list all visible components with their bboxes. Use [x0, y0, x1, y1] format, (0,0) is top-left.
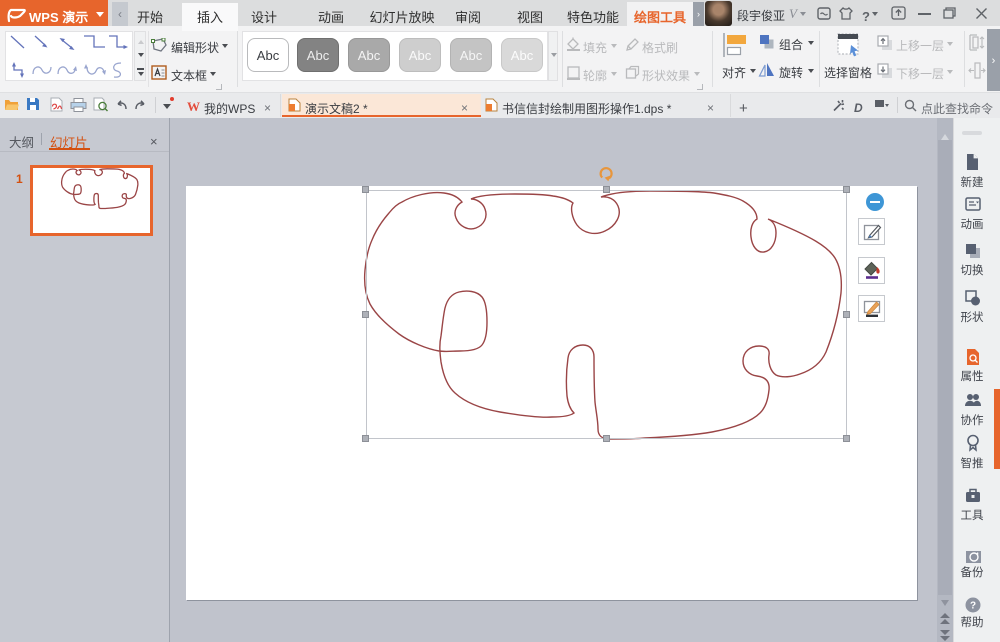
- svg-text:?: ?: [970, 597, 976, 612]
